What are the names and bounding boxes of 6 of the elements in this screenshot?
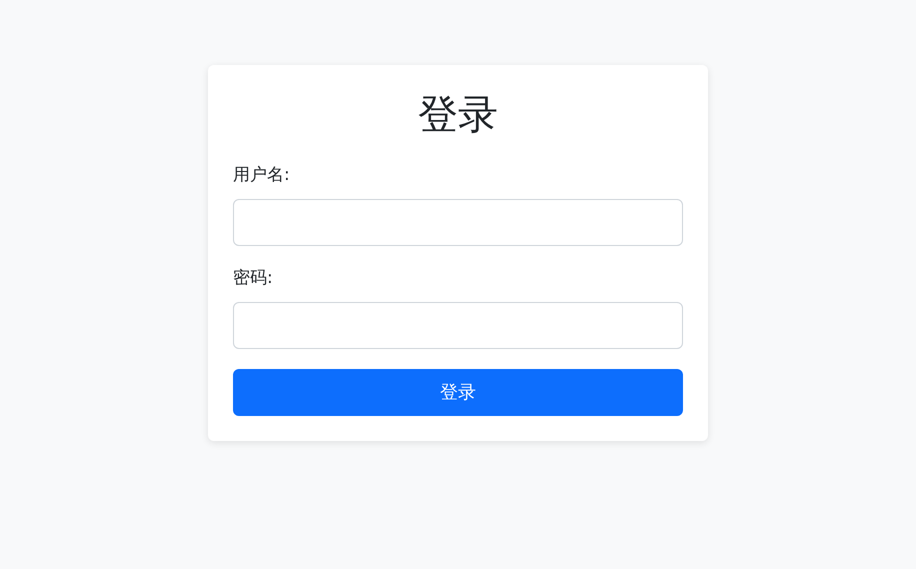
input-field[interactable] bbox=[233, 199, 683, 246]
login-title: 登录 bbox=[418, 91, 498, 140]
field-label: 密码: bbox=[233, 267, 273, 290]
input-field[interactable] bbox=[233, 302, 683, 349]
field-label: 用户名: bbox=[233, 164, 290, 187]
login-button[interactable]: 登录 bbox=[233, 369, 683, 416]
